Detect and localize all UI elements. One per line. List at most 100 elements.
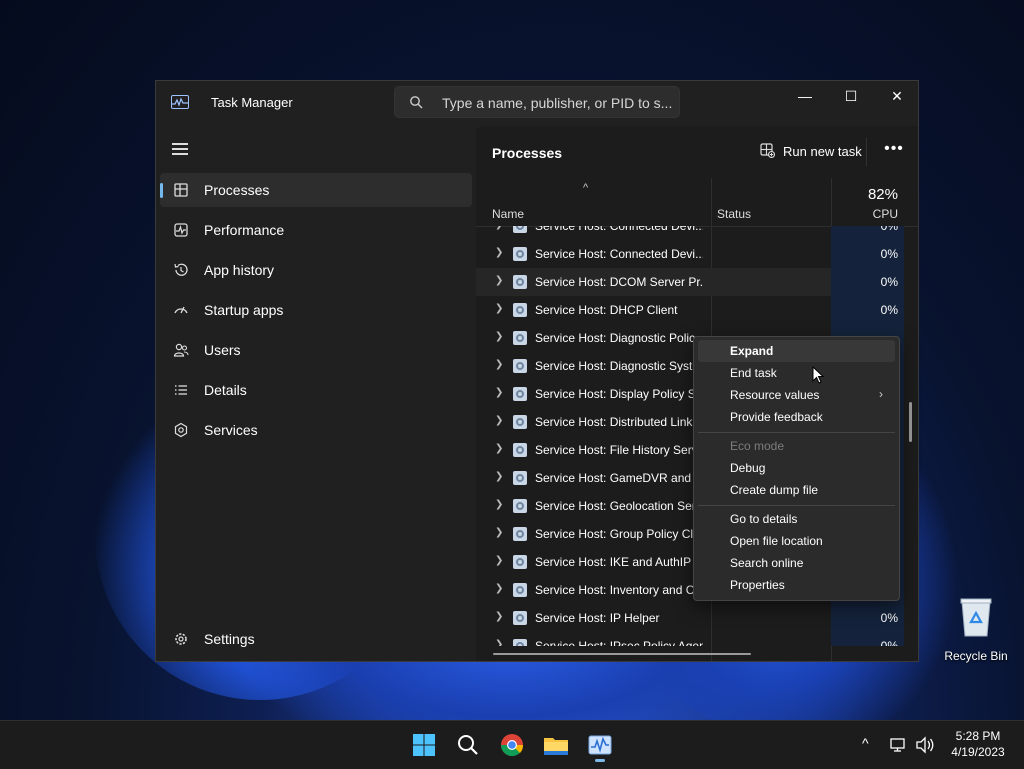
taskbar: ^ 5:28 PM 4/19/2023	[0, 720, 1024, 769]
process-name: Service Host: Display Policy Se	[535, 387, 703, 401]
file-explorer-icon	[544, 738, 568, 755]
taskbar-search-button[interactable]	[452, 729, 484, 761]
minimize-button[interactable]: —	[782, 81, 828, 111]
service-host-icon	[513, 303, 527, 317]
expand-chevron-icon[interactable]: ❯	[495, 527, 503, 538]
search-placeholder[interactable]: Type a name, publisher, or PID to s...	[442, 95, 672, 111]
nav-item-processes[interactable]: Processes	[160, 173, 472, 207]
process-name: Service Host: Diagnostic Syste	[535, 359, 700, 373]
process-name: Service Host: Group Policy Cli	[535, 527, 696, 541]
menu-label: Go to details	[730, 512, 798, 526]
menu-item-go-to-details[interactable]: Go to details	[698, 508, 895, 530]
task-manager-taskbar-button[interactable]	[584, 729, 616, 762]
cpu-cell: 0%	[831, 632, 904, 646]
expand-chevron-icon[interactable]: ❯	[495, 226, 503, 230]
cpu-value: 0%	[880, 639, 898, 646]
service-host-icon	[513, 611, 527, 625]
nav-item-performance[interactable]: Performance	[160, 213, 472, 247]
network-icon[interactable]	[888, 731, 908, 759]
process-row[interactable]: ❯ Service Host: Connected Devi... 0%	[476, 226, 904, 240]
expand-chevron-icon[interactable]: ❯	[495, 331, 503, 342]
run-new-task-icon	[760, 143, 775, 158]
service-host-icon	[513, 639, 527, 646]
process-row[interactable]: ❯ Service Host: Connected Devi... 0%	[476, 240, 904, 268]
file-explorer-taskbar-button[interactable]	[540, 729, 572, 761]
expand-chevron-icon[interactable]: ❯	[495, 303, 503, 314]
menu-separator	[698, 432, 895, 433]
menu-item-properties[interactable]: Properties	[698, 574, 895, 596]
service-host-icon	[513, 527, 527, 541]
service-host-icon	[513, 359, 527, 373]
nav-label: Users	[204, 342, 241, 358]
maximize-button[interactable]: ☐	[828, 81, 874, 111]
expand-chevron-icon[interactable]: ❯	[495, 555, 503, 566]
tray-overflow-chevron-icon[interactable]: ^	[862, 735, 869, 751]
window-title: Task Manager	[211, 95, 293, 110]
cpu-total-percent[interactable]: 82%	[836, 186, 898, 203]
taskbar-clock[interactable]: 5:28 PM 4/19/2023	[938, 728, 1018, 760]
cpu-value: 0%	[880, 611, 898, 625]
process-row[interactable]: ❯ Service Host: DCOM Server Pr... 0%	[476, 268, 904, 296]
more-options-button[interactable]: •••	[880, 138, 908, 164]
chrome-taskbar-button[interactable]	[496, 729, 528, 761]
nav-item-app-history[interactable]: App history	[160, 253, 472, 287]
nav-label: Details	[204, 382, 247, 398]
run-new-task-label: Run new task	[783, 144, 862, 159]
nav-item-settings[interactable]: Settings	[160, 622, 472, 656]
process-name: Service Host: IKE and AuthIP I	[535, 555, 698, 569]
process-row[interactable]: ❯ Service Host: IPsec Policy Agent 0%	[476, 632, 904, 646]
clock-time: 5:28 PM	[955, 729, 1001, 743]
menu-item-search-online[interactable]: Search online	[698, 552, 895, 574]
vertical-scrollbar[interactable]	[909, 402, 912, 442]
menu-item-resource-values[interactable]: Resource values ›	[698, 384, 895, 406]
start-button[interactable]	[408, 729, 440, 761]
expand-chevron-icon[interactable]: ❯	[495, 583, 503, 594]
expand-chevron-icon[interactable]: ❯	[495, 443, 503, 454]
expand-chevron-icon[interactable]: ❯	[495, 247, 503, 258]
hamburger-menu-icon[interactable]	[172, 143, 188, 155]
menu-item-expand[interactable]: Expand	[698, 340, 895, 362]
column-header-name[interactable]: Name	[492, 207, 524, 221]
nav-item-services[interactable]: Services	[160, 413, 472, 447]
nav-item-details[interactable]: Details	[160, 373, 472, 407]
menu-label: Expand	[730, 344, 774, 358]
expand-chevron-icon[interactable]: ❯	[495, 471, 503, 482]
volume-icon[interactable]	[914, 731, 936, 759]
expand-chevron-icon[interactable]: ❯	[495, 639, 503, 646]
menu-item-create-dump-file[interactable]: Create dump file	[698, 479, 895, 501]
close-button[interactable]: ✕	[874, 81, 920, 111]
process-name: Service Host: Geolocation Serv	[535, 499, 702, 513]
process-row[interactable]: ❯ Service Host: DHCP Client 0%	[476, 296, 904, 324]
horizontal-scrollbar[interactable]	[493, 653, 751, 655]
expand-chevron-icon[interactable]: ❯	[495, 415, 503, 426]
nav-label: Startup apps	[204, 302, 284, 318]
recycle-bin-label: Recycle Bin	[944, 649, 1008, 663]
menu-item-debug[interactable]: Debug	[698, 457, 895, 479]
menu-item-provide-feedback[interactable]: Provide feedback	[698, 406, 895, 428]
expand-chevron-icon[interactable]: ❯	[495, 499, 503, 510]
nav-item-startup-apps[interactable]: Startup apps	[160, 293, 472, 327]
process-name: Service Host: IP Helper	[535, 611, 660, 625]
menu-label: Resource values	[730, 388, 820, 402]
service-host-icon	[513, 583, 527, 597]
clock-date: 4/19/2023	[951, 745, 1005, 759]
recycle-bin-desktop-icon[interactable]: Recycle Bin	[944, 596, 1008, 663]
title-bar[interactable]: Task Manager Type a name, publisher, or …	[156, 81, 918, 126]
menu-item-end-task[interactable]: End task	[698, 362, 895, 384]
menu-item-open-file-location[interactable]: Open file location	[698, 530, 895, 552]
cpu-cell: 0%	[831, 226, 904, 240]
column-header-cpu[interactable]: CPU	[836, 207, 898, 221]
expand-chevron-icon[interactable]: ❯	[495, 359, 503, 370]
service-host-icon	[513, 387, 527, 401]
app-history-icon	[174, 263, 188, 276]
expand-chevron-icon[interactable]: ❯	[495, 275, 503, 286]
expand-chevron-icon[interactable]: ❯	[495, 611, 503, 622]
column-header-status[interactable]: Status	[717, 207, 751, 221]
search-box[interactable]: Type a name, publisher, or PID to s...	[394, 86, 680, 118]
process-name: Service Host: GameDVR and B	[535, 471, 703, 485]
nav-label: Settings	[204, 631, 255, 647]
process-row[interactable]: ❯ Service Host: IP Helper 0%	[476, 604, 904, 632]
nav-item-users[interactable]: Users	[160, 333, 472, 367]
process-name: Service Host: Distributed Link	[535, 415, 693, 429]
expand-chevron-icon[interactable]: ❯	[495, 387, 503, 398]
